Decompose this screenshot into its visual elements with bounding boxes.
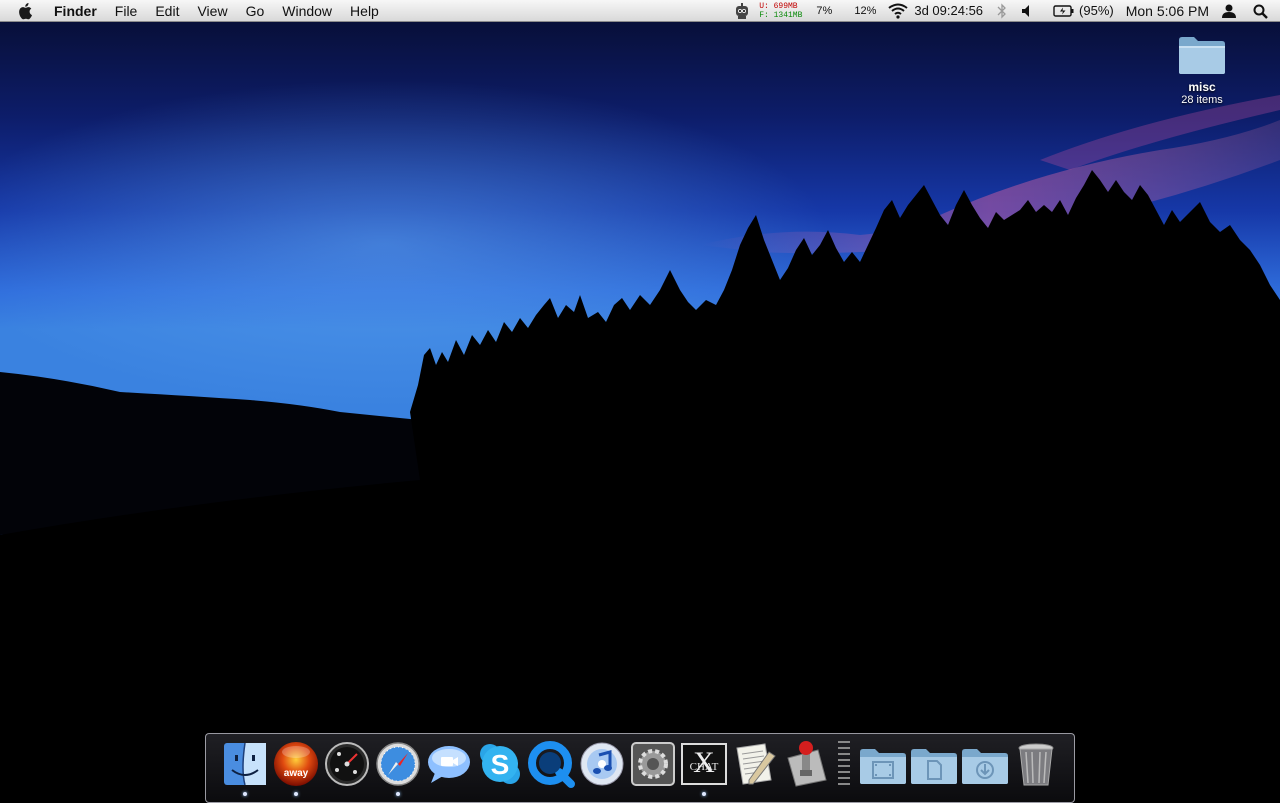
safari-icon bbox=[376, 742, 420, 786]
dock-finder[interactable] bbox=[221, 740, 269, 790]
battery-icon[interactable] bbox=[1053, 4, 1075, 18]
bluetooth-icon[interactable] bbox=[997, 3, 1007, 19]
memory-monitor[interactable]: U: 699MB F: 1341MB bbox=[759, 2, 802, 20]
clock[interactable]: Mon 5:06 PM bbox=[1126, 0, 1209, 22]
dock-ichat[interactable] bbox=[425, 740, 473, 790]
folder-item-count: 28 items bbox=[1181, 94, 1223, 106]
finder-icon bbox=[224, 742, 266, 786]
away-label: away bbox=[284, 768, 309, 779]
memory-free: F: 1341MB bbox=[759, 11, 803, 20]
user-icon[interactable] bbox=[1221, 3, 1237, 19]
menu-view[interactable]: View bbox=[188, 0, 236, 22]
trash-icon bbox=[1018, 743, 1054, 786]
dock-safari[interactable] bbox=[374, 740, 422, 790]
running-indicator bbox=[243, 792, 247, 796]
cpu-usage-2[interactable]: 12% bbox=[854, 0, 876, 22]
apple-menu-icon[interactable] bbox=[18, 1, 38, 21]
dock-transmission[interactable] bbox=[782, 740, 830, 790]
dock-movies-folder[interactable] bbox=[858, 740, 906, 790]
folder-icon bbox=[1179, 37, 1225, 74]
textedit-icon bbox=[736, 743, 776, 785]
menu-window[interactable]: Window bbox=[273, 0, 341, 22]
dock-documents-folder[interactable] bbox=[909, 740, 957, 790]
xchat-label: CHAT bbox=[690, 761, 719, 773]
dock-xchat[interactable]: X CHAT bbox=[680, 740, 728, 790]
itunes-icon bbox=[580, 742, 624, 786]
menu-bar: Finder File Edit View Go Window Help U: … bbox=[0, 0, 1280, 22]
robot-status-icon[interactable] bbox=[733, 2, 751, 20]
volume-icon[interactable] bbox=[1021, 4, 1035, 18]
skype-icon: S bbox=[480, 744, 520, 784]
dock-quicktime[interactable] bbox=[527, 740, 575, 790]
spotlight-search-icon[interactable] bbox=[1253, 4, 1268, 19]
svg-text:S: S bbox=[491, 749, 510, 780]
quicktime-icon bbox=[528, 741, 575, 788]
running-indicator bbox=[294, 792, 298, 796]
desktop-wallpaper bbox=[0, 0, 1280, 800]
movies-folder-icon bbox=[860, 749, 906, 784]
menu-go[interactable]: Go bbox=[237, 0, 274, 22]
ichat-icon bbox=[428, 746, 470, 783]
app-menu-finder[interactable]: Finder bbox=[54, 0, 106, 22]
downloads-folder-icon bbox=[962, 749, 1008, 784]
running-indicator bbox=[702, 792, 706, 796]
dock-away[interactable]: away bbox=[272, 740, 320, 790]
xchat-icon: X CHAT bbox=[681, 743, 727, 785]
dock-skype[interactable]: S bbox=[476, 740, 524, 790]
uptime-display[interactable]: 3d 09:24:56 bbox=[914, 0, 983, 22]
wifi-icon[interactable] bbox=[888, 3, 908, 19]
menu-edit[interactable]: Edit bbox=[146, 0, 188, 22]
dock-system-preferences[interactable] bbox=[629, 740, 677, 790]
folder-name: misc bbox=[1188, 80, 1216, 94]
dock-separator bbox=[838, 741, 850, 785]
dock-itunes[interactable] bbox=[578, 740, 626, 790]
away-icon: away bbox=[274, 742, 318, 786]
menu-file[interactable]: File bbox=[106, 0, 147, 22]
dock-dashboard[interactable] bbox=[323, 740, 371, 790]
documents-folder-icon bbox=[911, 749, 957, 784]
cpu-usage-1[interactable]: 7% bbox=[816, 0, 832, 22]
running-indicator bbox=[396, 792, 400, 796]
dock-textedit[interactable] bbox=[731, 740, 779, 790]
desktop-folder-misc[interactable]: misc 28 items bbox=[1166, 34, 1238, 106]
memory-used: U: 699MB bbox=[759, 2, 798, 11]
dock-trash[interactable] bbox=[1012, 740, 1060, 790]
system-preferences-icon bbox=[631, 742, 675, 786]
transmission-icon bbox=[787, 741, 827, 787]
dashboard-icon bbox=[325, 742, 369, 786]
battery-percent[interactable]: (95%) bbox=[1079, 0, 1114, 22]
dock-downloads-folder[interactable] bbox=[960, 740, 1008, 790]
menu-help[interactable]: Help bbox=[341, 0, 388, 22]
